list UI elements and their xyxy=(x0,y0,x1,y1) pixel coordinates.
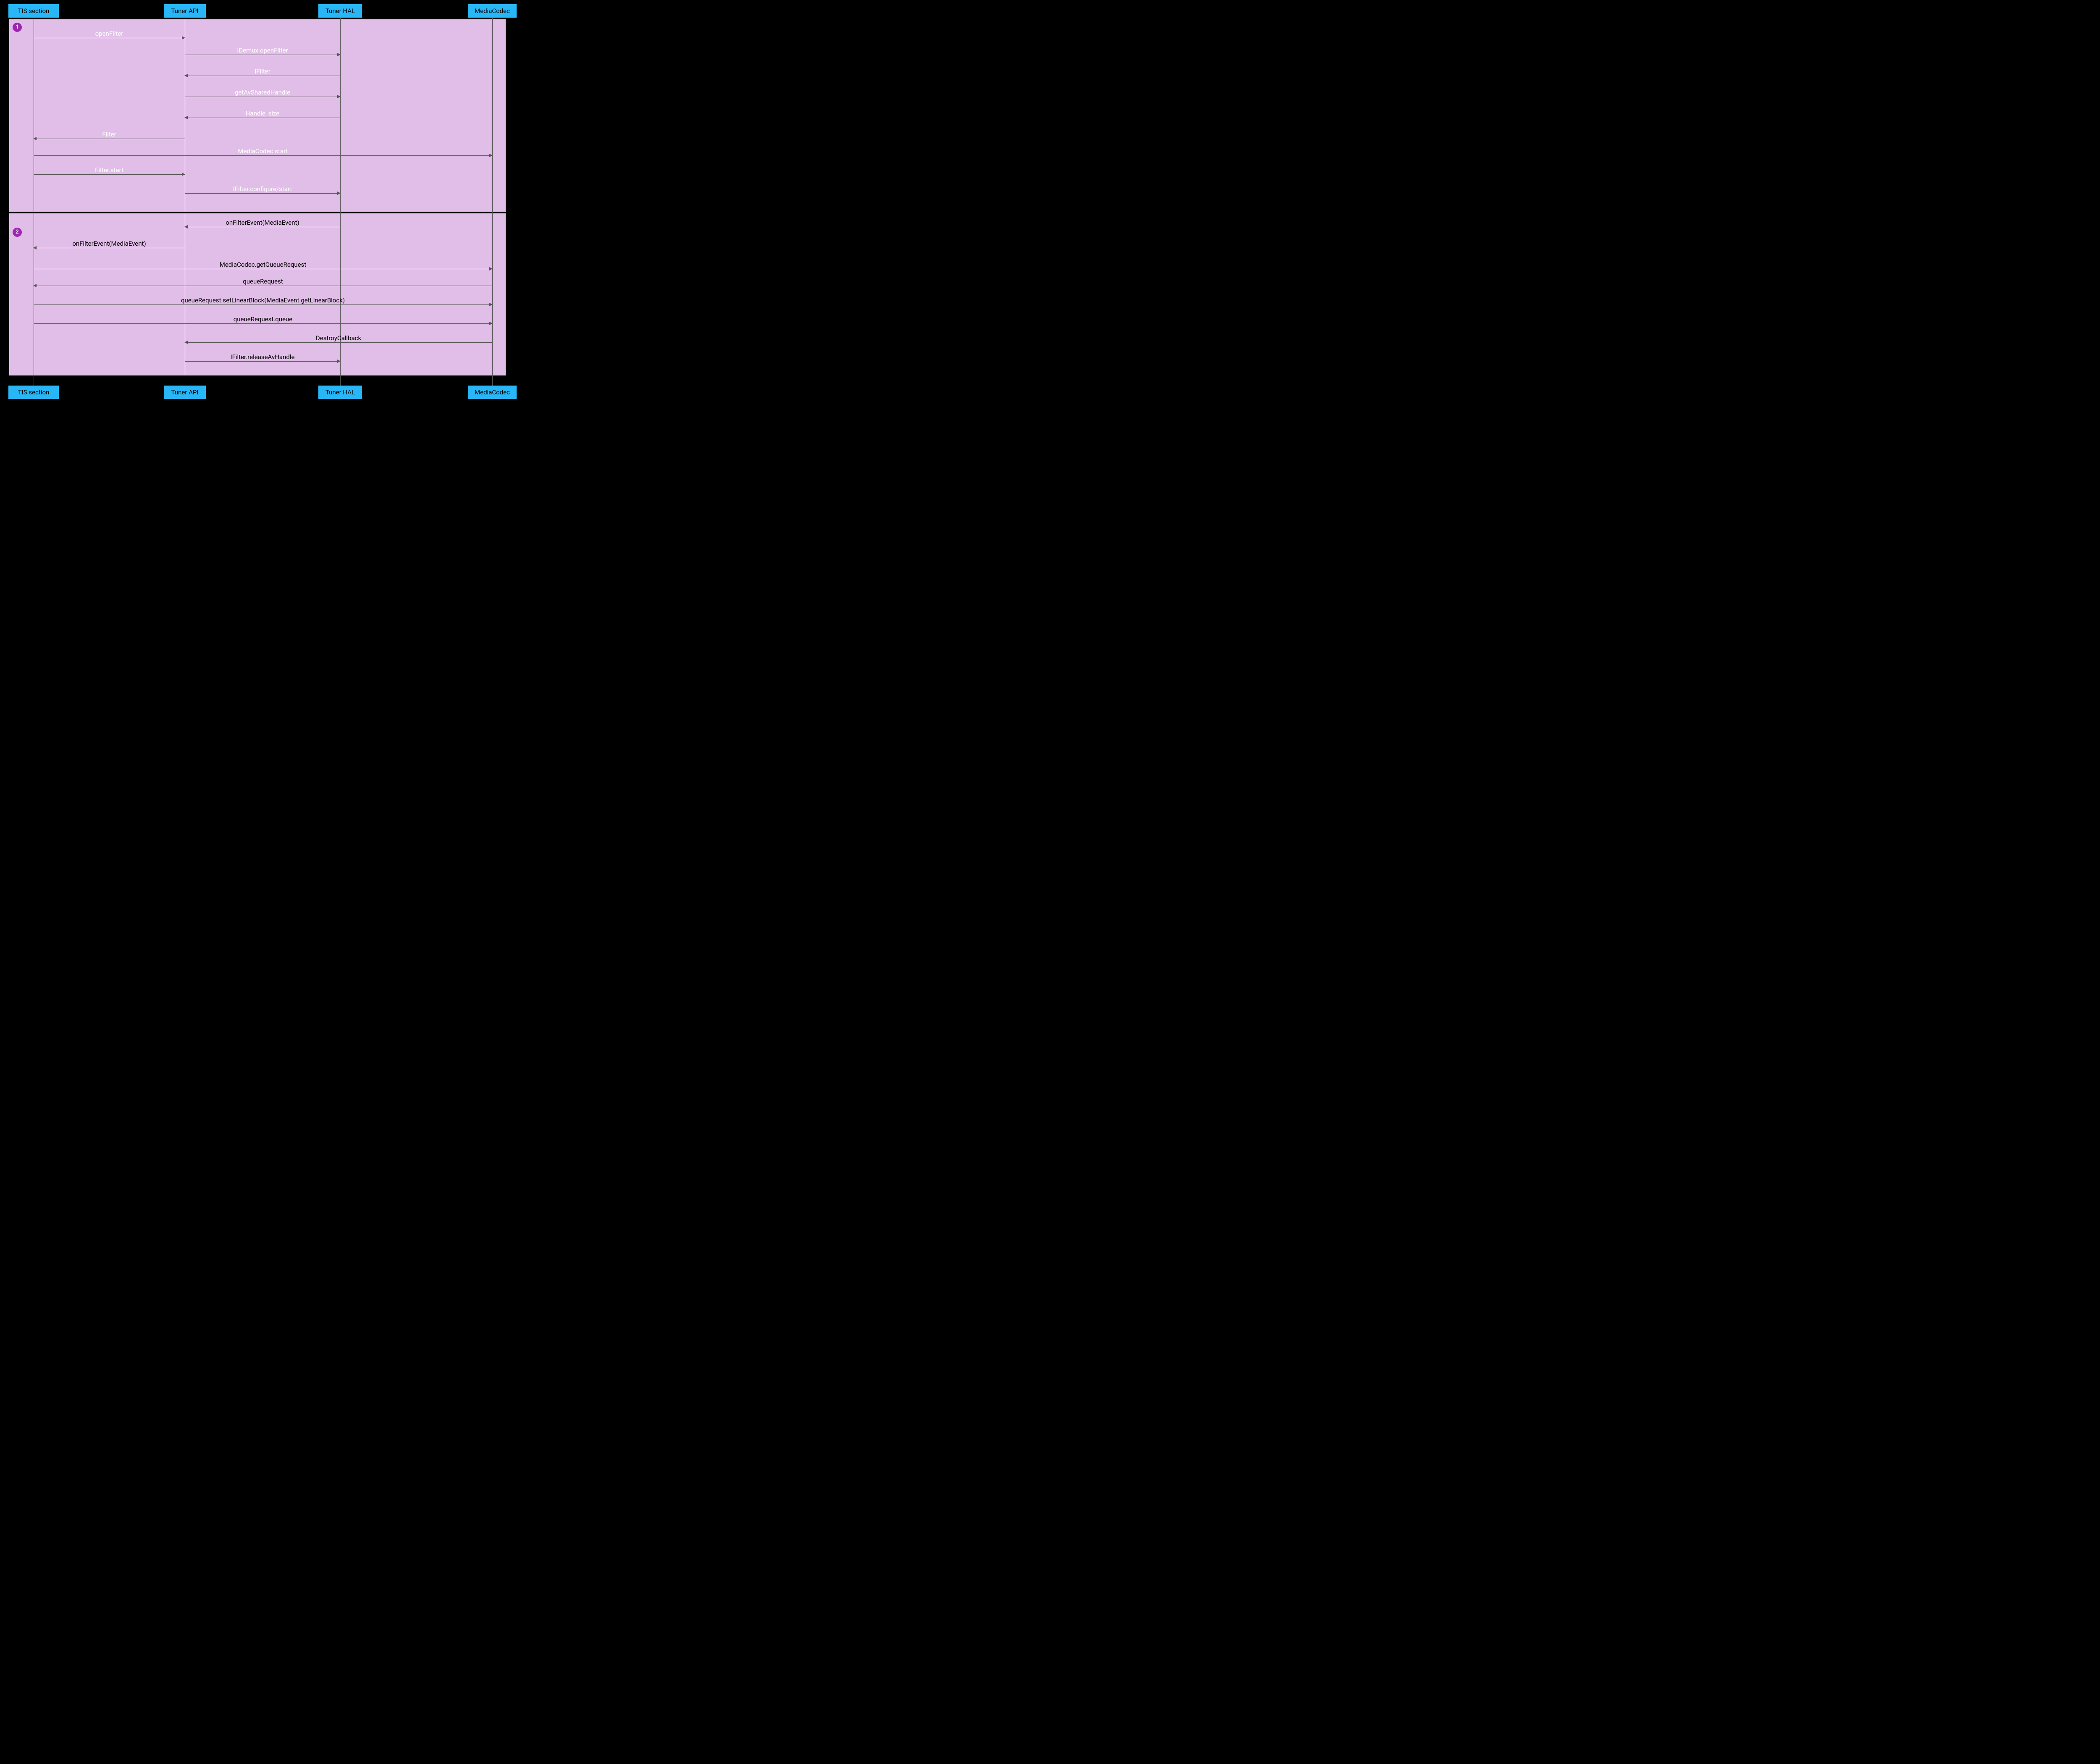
sequence-diagram: 1 2 TIS section Tuner API Tuner HAL Medi… xyxy=(0,0,521,403)
msg-mediacodec-start: MediaCodec.start xyxy=(34,155,492,156)
zone-2: 2 xyxy=(9,213,506,375)
zone-1-badge: 1 xyxy=(13,23,22,32)
msg-queue: queueRequest.queue xyxy=(34,323,492,324)
participant-hal-bottom: Tuner HAL xyxy=(318,386,362,399)
zone-2-badge: 2 xyxy=(13,228,22,237)
participant-api-bottom: Tuner API xyxy=(164,386,206,399)
participant-hal-top: Tuner HAL xyxy=(318,4,362,18)
lifeline-hal xyxy=(340,18,341,386)
participant-tis-bottom: TIS section xyxy=(8,386,59,399)
lifeline-codec xyxy=(492,18,493,386)
msg-setlinearblock: queueRequest.setLinearBlock(MediaEvent.g… xyxy=(34,304,492,305)
participant-api-top: Tuner API xyxy=(164,4,206,18)
msg-filter-start: Filter.start xyxy=(34,174,185,175)
msg-destroycallback: DestroyCallback xyxy=(185,342,492,343)
msg-ifilter-configure-start: IFilter.configure/start xyxy=(185,193,340,194)
msg-releaseavhandle: IFilter.releaseAvHandle xyxy=(185,361,340,362)
participant-codec-top: MediaCodec xyxy=(468,4,517,18)
participant-codec-bottom: MediaCodec xyxy=(468,386,517,399)
participant-tis-top: TIS section xyxy=(8,4,59,18)
